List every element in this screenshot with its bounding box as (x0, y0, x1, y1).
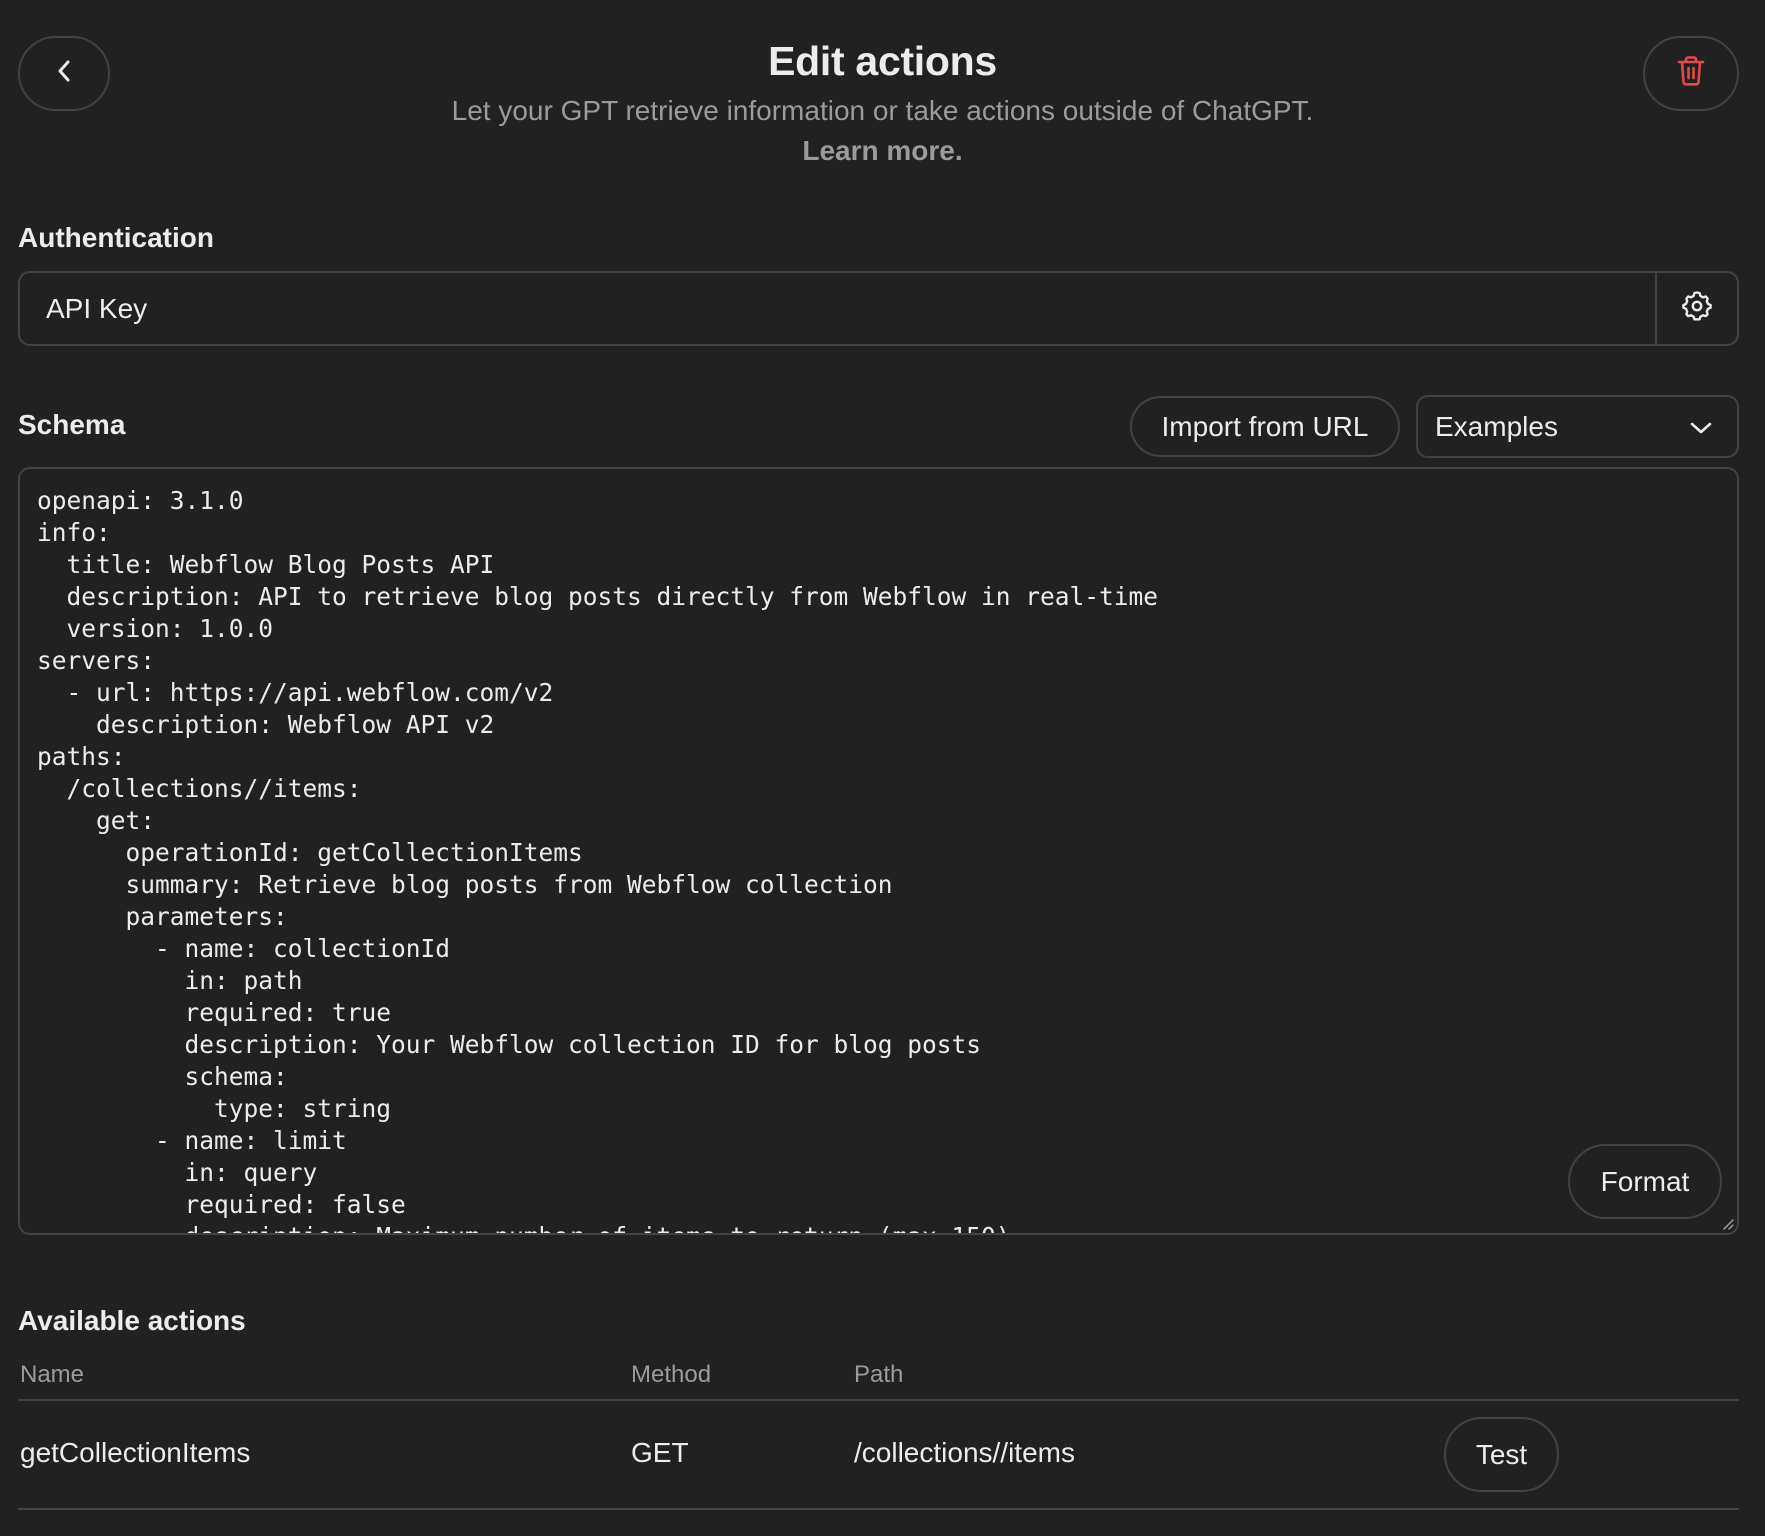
authentication-field[interactable]: API Key (18, 271, 1739, 346)
column-header-method: Method (631, 1361, 712, 1388)
delete-button[interactable] (1643, 36, 1739, 111)
code-line: get: (37, 806, 156, 835)
examples-dropdown-label: Examples (1435, 410, 1558, 442)
code-line: - name: collectionId (37, 934, 451, 963)
resize-handle-icon[interactable] (1721, 1217, 1735, 1231)
table-row-divider (18, 1508, 1739, 1510)
gear-icon (1682, 291, 1712, 326)
code-line: required: false (37, 1190, 406, 1219)
column-header-name: Name (20, 1361, 85, 1388)
code-line: - url: https://api.webflow.com/v2 (37, 678, 554, 707)
code-line: version: 1.0.0 (37, 614, 274, 643)
code-line: description: Your Webflow collection ID … (37, 1030, 982, 1059)
column-header-path: Path (854, 1361, 904, 1388)
schema-editor[interactable]: openapi: 3.1.0 info: title: Webflow Blog … (18, 467, 1739, 1235)
code-line: - name: limit (37, 1126, 347, 1155)
schema-code: openapi: 3.1.0 info: title: Webflow Blog … (37, 485, 1159, 1233)
examples-dropdown[interactable]: Examples (1416, 395, 1739, 458)
import-from-url-button[interactable]: Import from URL (1130, 396, 1400, 457)
code-line: info: (37, 518, 111, 547)
code-line: openapi: 3.1.0 (37, 486, 244, 515)
code-line: paths: (37, 742, 126, 771)
code-line: description: Webflow API v2 (37, 710, 495, 739)
learn-more-link[interactable]: Learn more. (0, 135, 1765, 167)
action-method: GET (631, 1437, 689, 1468)
code-line: required: true (37, 998, 392, 1027)
code-line: summary: Retrieve blog posts from Webflo… (37, 870, 893, 899)
action-name: getCollectionItems (20, 1437, 251, 1468)
test-button[interactable]: Test (1444, 1417, 1559, 1492)
code-line: description: Maximum number of items to … (37, 1221, 1158, 1233)
schema-label: Schema (18, 409, 126, 440)
code-line: operationId: getCollectionItems (37, 838, 583, 867)
page-title: Edit actions (768, 38, 997, 84)
table-header-divider (18, 1399, 1739, 1401)
code-line: schema: (37, 1062, 288, 1091)
code-line: in: path (37, 966, 303, 995)
trash-icon (1676, 55, 1706, 92)
format-button[interactable]: Format (1568, 1144, 1722, 1219)
authentication-value: API Key (46, 292, 148, 324)
page-subtitle: Let your GPT retrieve information or tak… (451, 95, 1314, 126)
code-line: type: string (37, 1094, 392, 1123)
code-line: servers: (37, 646, 156, 675)
code-line: description: API to retrieve blog posts … (37, 582, 1159, 611)
available-actions-label: Available actions (18, 1305, 246, 1336)
code-line: in: query (37, 1158, 318, 1187)
code-line: /collections//items: (37, 774, 362, 803)
authentication-label: Authentication (18, 222, 214, 253)
action-path: /collections//items (854, 1437, 1075, 1468)
authentication-settings-button[interactable] (1655, 273, 1737, 344)
code-line: parameters: (37, 902, 288, 931)
code-line: title: Webflow Blog Posts API (37, 550, 495, 579)
chevron-down-icon (1689, 411, 1713, 443)
edit-actions-page: Edit actions Let your GPT retrieve infor… (0, 0, 1765, 1536)
